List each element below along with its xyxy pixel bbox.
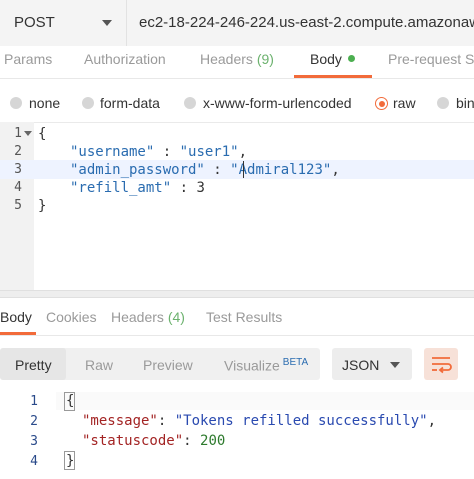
radio-raw-label: raw (393, 95, 416, 111)
tab-body-label: Body (310, 51, 342, 67)
json-key: "admin_password" (70, 162, 205, 178)
tab-headers-label: Headers (200, 51, 253, 67)
code-line: "refill_amt" : 3 (70, 180, 205, 196)
chevron-down-icon[interactable] (390, 362, 400, 368)
radio-raw[interactable] (375, 97, 388, 110)
radio-binary[interactable] (437, 97, 449, 109)
json-comma: , (331, 162, 340, 178)
headers-count-badge: (9) (256, 51, 274, 67)
url-text: ec2-18-224-246-224.us-east-2.compute.ama… (139, 14, 474, 31)
resp-tab-headers-label: Headers (111, 309, 164, 325)
json-value: "Admiral123" (230, 162, 332, 178)
text-cursor (243, 161, 244, 178)
beta-badge: BETA (282, 357, 309, 368)
code-line: "admin_password" : "Admiral123", (70, 162, 340, 178)
resp-line-number: 3 (30, 434, 38, 449)
json-key: "message" (82, 413, 158, 429)
json-key: "username" (70, 144, 155, 160)
tab-params[interactable]: Params (4, 51, 52, 67)
code-line: "username" : "user1", (70, 144, 247, 160)
radio-form-data[interactable] (82, 97, 94, 109)
wrap-lines-icon (432, 357, 452, 374)
radio-none-label: none (29, 95, 61, 111)
url-input[interactable]: ec2-18-224-246-224.us-east-2.compute.ama… (127, 0, 474, 46)
resp-line-number: 2 (30, 414, 38, 429)
active-dot-icon (347, 55, 355, 62)
resp-headers-count-badge: (4) (167, 309, 185, 325)
resp-line-number: 4 (30, 454, 38, 469)
visualize-label: Visualize (224, 357, 280, 374)
chevron-down-icon[interactable] (102, 20, 112, 26)
json-value: "Tokens refilled successfully" (174, 413, 428, 429)
radio-binary-label: binary (456, 95, 474, 111)
line-number: 1 (14, 126, 22, 141)
visualize-button[interactable]: Visualize BETA (224, 357, 308, 374)
preview-button[interactable]: Preview (143, 357, 193, 373)
json-sep: : (204, 162, 231, 178)
radio-urlencoded[interactable] (184, 97, 196, 109)
json-key: "refill_amt" (70, 180, 172, 196)
json-comma: , (238, 144, 248, 160)
pretty-button[interactable]: Pretty (15, 357, 52, 373)
json-sep: : (154, 144, 180, 160)
line-number: 4 (14, 180, 22, 195)
resp-code-line: "message": "Tokens refilled successfully… (82, 413, 436, 429)
active-tab-underline (294, 75, 372, 78)
resp-tab-cookies[interactable]: Cookies (46, 309, 97, 325)
resp-code-line: { (66, 393, 75, 409)
wrap-lines-button[interactable] (424, 348, 458, 380)
json-value: 3 (196, 180, 205, 196)
tab-body[interactable]: Body (310, 51, 355, 67)
radio-form-data-label: form-data (100, 95, 160, 111)
resp-line-number: 1 (30, 394, 38, 409)
resp-tab-test-results[interactable]: Test Results (206, 309, 282, 325)
json-sep: : (171, 180, 197, 196)
line-number: 3 (14, 162, 22, 177)
resp-tab-body[interactable]: Body (0, 309, 32, 325)
raw-button[interactable]: Raw (85, 357, 113, 373)
fold-arrow-icon[interactable] (24, 131, 32, 136)
format-select-label: JSON (342, 357, 380, 373)
tab-headers[interactable]: Headers (9) (200, 51, 274, 67)
json-comma: , (427, 413, 437, 429)
method-label: POST (14, 14, 55, 31)
radio-urlencoded-label: x-www-form-urlencoded (203, 95, 352, 111)
json-value: "user1" (179, 144, 239, 160)
json-value: 200 (200, 433, 226, 449)
divider (0, 335, 474, 336)
line-number: 5 (14, 198, 22, 213)
request-tabs: Params Authorization Headers (9) Body Pr… (0, 46, 474, 79)
tab-prerequest[interactable]: Pre-request Script (388, 51, 474, 67)
json-key: "statuscode" (82, 433, 184, 449)
pane-splitter[interactable] (0, 290, 474, 298)
code-line: { (38, 126, 47, 142)
json-sep: : (157, 413, 175, 429)
radio-none[interactable] (10, 97, 22, 109)
resp-tab-headers[interactable]: Headers (4) (111, 309, 185, 325)
resp-code-line: "statuscode": 200 (82, 433, 225, 449)
resp-code-line: } (66, 453, 75, 469)
json-sep: : (183, 433, 201, 449)
code-line: } (38, 198, 47, 214)
resp-active-line (56, 392, 474, 410)
line-number: 2 (14, 144, 22, 159)
tab-authorization[interactable]: Authorization (84, 51, 166, 67)
